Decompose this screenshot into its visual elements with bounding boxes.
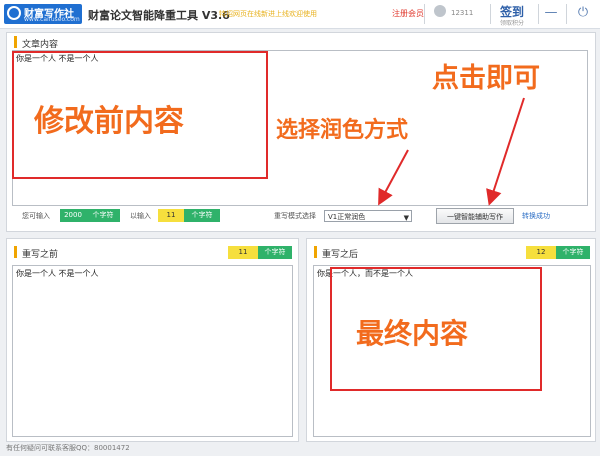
arrow-to-assist-button <box>486 97 525 206</box>
annotation-arrows <box>378 97 525 206</box>
arrow-to-mode-select <box>378 149 409 206</box>
